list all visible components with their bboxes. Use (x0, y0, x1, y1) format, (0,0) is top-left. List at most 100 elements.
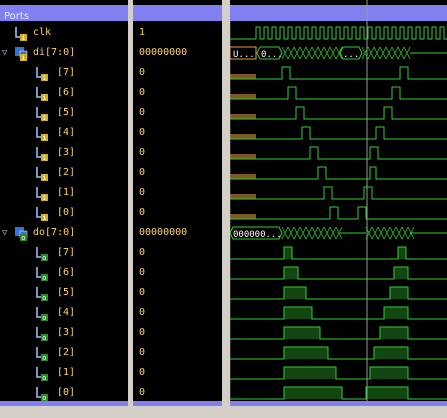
signal-row[interactable]: o [1] (0, 363, 128, 383)
values-header (133, 5, 222, 21)
signal-row[interactable]: o [4] (0, 303, 128, 323)
output-fill (370, 367, 408, 379)
signal-row[interactable]: o [3] (0, 323, 128, 343)
splitter-2[interactable] (222, 0, 230, 418)
output-port-icon: o (35, 325, 49, 342)
input-port-icon: i (35, 125, 49, 142)
svg-text:i: i (21, 34, 25, 41)
bit-wave (230, 86, 447, 100)
signal-row[interactable]: o [6] (0, 263, 128, 283)
value-row: 0 (133, 143, 222, 163)
value-row: 0 (133, 323, 222, 343)
names-scrollbar[interactable] (0, 406, 128, 418)
signal-row[interactable]: i [4] (0, 123, 128, 143)
signal-name: clk (33, 27, 52, 38)
signal-name: [0] (57, 207, 76, 218)
input-port-icon: i (35, 65, 49, 82)
output-port-icon: o (35, 265, 49, 282)
signal-value: 0 (139, 167, 146, 178)
do-bus-transitions-2 (365, 226, 415, 240)
signal-row[interactable]: i [6] (0, 83, 128, 103)
signal-row[interactable]: i [2] (0, 163, 128, 183)
di-bus-label-first: U... (233, 50, 255, 60)
di-bus-transitions-2 (361, 46, 411, 60)
bit-wave (230, 106, 447, 120)
output-fill (284, 347, 328, 359)
input-port-icon: i (35, 165, 49, 182)
svg-text:o: o (42, 374, 46, 381)
di-bus-transitions (281, 46, 343, 60)
input-port-icon: i (35, 205, 49, 222)
signal-value: 0 (139, 147, 146, 158)
value-row: 0 (133, 383, 222, 403)
signal-row[interactable]: i clk (0, 23, 128, 43)
value-row: 1 (133, 23, 222, 43)
signal-row[interactable]: i [1] (0, 183, 128, 203)
bit-wave (230, 186, 447, 200)
signal-value: 0 (139, 307, 146, 318)
output-port-icon: o (35, 385, 49, 402)
expand-toggle-icon[interactable]: ▽ (2, 48, 7, 58)
output-port-icon: o (35, 345, 49, 362)
svg-text:i: i (42, 154, 46, 161)
value-row: 0 (133, 63, 222, 83)
signal-value: 0 (139, 287, 146, 298)
value-row: 00000000 (133, 43, 222, 63)
svg-text:i: i (21, 54, 25, 61)
signal-name: [3] (57, 327, 76, 338)
signal-value: 00000000 (139, 47, 188, 58)
value-row: 0 (133, 363, 222, 383)
signal-name: [4] (57, 127, 76, 138)
waveform-canvas[interactable]: U... 0... ... 000000... (230, 0, 447, 418)
svg-text:o: o (42, 354, 46, 361)
output-port-icon: o (35, 305, 49, 322)
input-port-icon: i (14, 25, 28, 42)
signal-row[interactable]: o [0] (0, 383, 128, 403)
value-row: 0 (133, 203, 222, 223)
signal-value: 00000000 (139, 227, 188, 238)
output-fill (380, 327, 408, 339)
signal-value: 0 (139, 67, 146, 78)
value-row: 00000000 (133, 223, 222, 243)
signal-value: 0 (139, 387, 146, 398)
do-bus-transitions (281, 226, 343, 240)
bit-wave (230, 146, 447, 160)
signal-name: di[7:0] (33, 47, 76, 58)
signal-name: [4] (57, 307, 76, 318)
waveform-pane[interactable]: U... 0...... 000000... (230, 0, 447, 418)
value-row: 0 (133, 183, 222, 203)
bit-wave (230, 206, 447, 220)
signal-row[interactable]: ▽ o do[7:0] (0, 223, 128, 243)
do-bus-label: 000000... (233, 230, 282, 240)
svg-text:i: i (42, 214, 46, 221)
svg-text:o: o (42, 274, 46, 281)
output-fill (284, 307, 312, 319)
signal-row[interactable]: ▽ i di[7:0] (0, 43, 128, 63)
signal-row[interactable]: o [5] (0, 283, 128, 303)
signal-row[interactable]: i [3] (0, 143, 128, 163)
svg-text:i: i (42, 94, 46, 101)
signal-row[interactable]: o [2] (0, 343, 128, 363)
svg-text:i: i (42, 134, 46, 141)
signal-name: [6] (57, 267, 76, 278)
output-fill (284, 367, 336, 379)
svg-text:o: o (42, 254, 46, 261)
output-fill (366, 387, 408, 399)
ports-header-title: Ports (4, 11, 30, 22)
signal-row[interactable]: o [7] (0, 243, 128, 263)
signal-row[interactable]: i [5] (0, 103, 128, 123)
signal-name: [7] (57, 247, 76, 258)
signal-row[interactable]: i [7] (0, 63, 128, 83)
ports-header[interactable]: Ports (0, 5, 128, 22)
expand-toggle-icon[interactable]: ▽ (2, 228, 7, 238)
wave-scrollbar[interactable] (230, 406, 447, 418)
value-row: 0 (133, 303, 222, 323)
output-fill (394, 267, 408, 279)
values-scrollbar[interactable] (133, 406, 222, 418)
signal-row[interactable]: i [0] (0, 203, 128, 223)
bit-wave (230, 166, 447, 180)
di-bus-label-second: 0... (261, 50, 283, 60)
signal-value: 0 (139, 107, 146, 118)
output-fill (390, 287, 408, 299)
signal-value: 0 (139, 267, 146, 278)
